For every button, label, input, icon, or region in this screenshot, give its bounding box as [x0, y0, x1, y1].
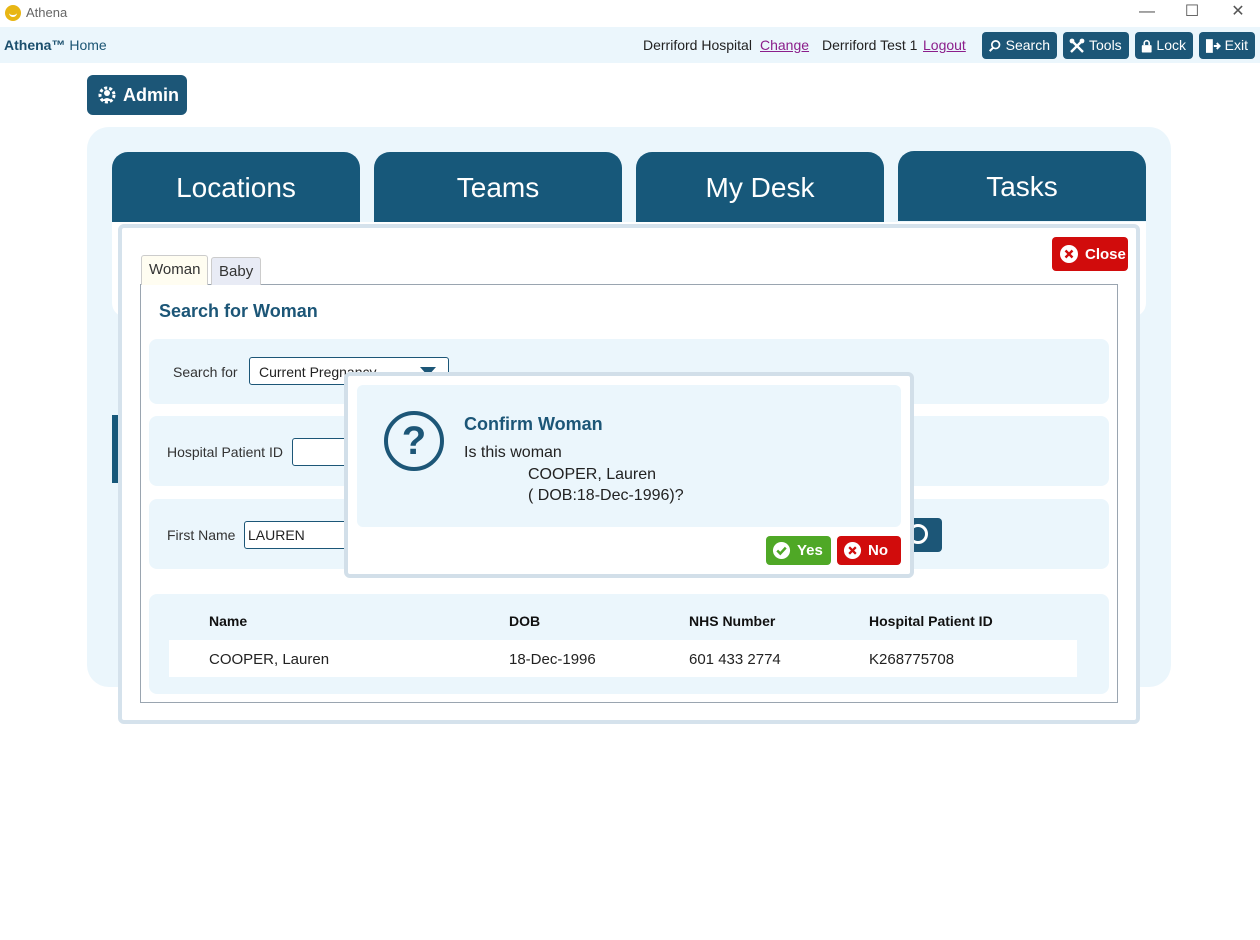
tab-baby[interactable]: Baby	[211, 257, 262, 285]
yes-label: Yes	[797, 542, 823, 559]
confirm-patient-dob: ( DOB:18-Dec-1996)?	[528, 487, 684, 504]
window-close-button[interactable]: ✕	[1227, 2, 1249, 22]
check-icon	[772, 541, 791, 560]
close-button[interactable]: Close	[1052, 237, 1128, 271]
row-nhs: 601 433 2774	[689, 651, 781, 668]
admin-button[interactable]: Admin	[87, 75, 187, 115]
search-button[interactable]: Search	[982, 32, 1057, 59]
search-icon	[988, 39, 1001, 52]
logout-link[interactable]: Logout	[923, 37, 966, 53]
minimize-button[interactable]: —	[1136, 2, 1158, 22]
search-for-label: Search for	[173, 364, 238, 380]
first-name-label: First Name	[167, 527, 236, 543]
row-dob: 18-Dec-1996	[509, 651, 596, 668]
column-header-nhs: NHS Number	[689, 613, 776, 629]
yes-button[interactable]: Yes	[766, 536, 831, 565]
tile-locations[interactable]: Locations	[112, 152, 360, 222]
admin-label: Admin	[123, 84, 179, 105]
change-hospital-link[interactable]: Change	[760, 37, 809, 53]
hospital-id-label: Hospital Patient ID	[167, 444, 283, 460]
question-icon: ?	[384, 411, 444, 471]
lock-button[interactable]: Lock	[1135, 32, 1193, 59]
column-header-hpid: Hospital Patient ID	[869, 613, 993, 629]
window-titlebar	[0, 0, 1260, 27]
confirm-patient-name: COOPER, Lauren	[528, 466, 657, 483]
tile-tasks[interactable]: Tasks	[898, 151, 1146, 221]
lock-button-label: Lock	[1156, 37, 1186, 53]
breadcrumb: Athena™ Home	[4, 37, 107, 53]
search-button-label: Search	[1005, 37, 1050, 53]
brand-name: Athena™	[4, 37, 66, 53]
user-name: Derriford Test 1	[822, 37, 918, 53]
athena-logo-icon	[5, 5, 21, 21]
no-button[interactable]: No	[837, 536, 901, 565]
close-icon	[1060, 245, 1078, 263]
confirm-line-1: Is this woman	[464, 444, 562, 461]
no-label: No	[868, 542, 888, 559]
tools-icon	[1069, 38, 1085, 53]
tile-teams[interactable]: Teams	[374, 152, 622, 222]
column-header-dob: DOB	[509, 613, 541, 629]
maximize-button[interactable]: ☐	[1181, 2, 1203, 22]
window-title: Athena	[26, 5, 68, 20]
hospital-name: Derriford Hospital	[643, 37, 752, 53]
admin-icon	[98, 86, 116, 104]
exit-button[interactable]: Exit	[1199, 32, 1255, 59]
column-header-name: Name	[209, 613, 248, 629]
row-name: COOPER, Lauren	[209, 651, 330, 668]
search-heading: Search for Woman	[159, 301, 318, 321]
exit-button-label: Exit	[1224, 37, 1248, 53]
breadcrumb-home[interactable]: Home	[69, 37, 106, 53]
tile-my-desk[interactable]: My Desk	[636, 152, 884, 222]
row-hpid: K268775708	[869, 651, 955, 668]
exit-icon	[1205, 38, 1221, 53]
close-label: Close	[1085, 245, 1126, 263]
close-icon	[843, 541, 862, 560]
tab-woman[interactable]: Woman	[141, 255, 209, 285]
lock-icon	[1141, 39, 1152, 53]
tools-button[interactable]: Tools	[1063, 32, 1129, 59]
tools-button-label: Tools	[1089, 37, 1122, 53]
confirm-title: Confirm Woman	[464, 414, 603, 434]
